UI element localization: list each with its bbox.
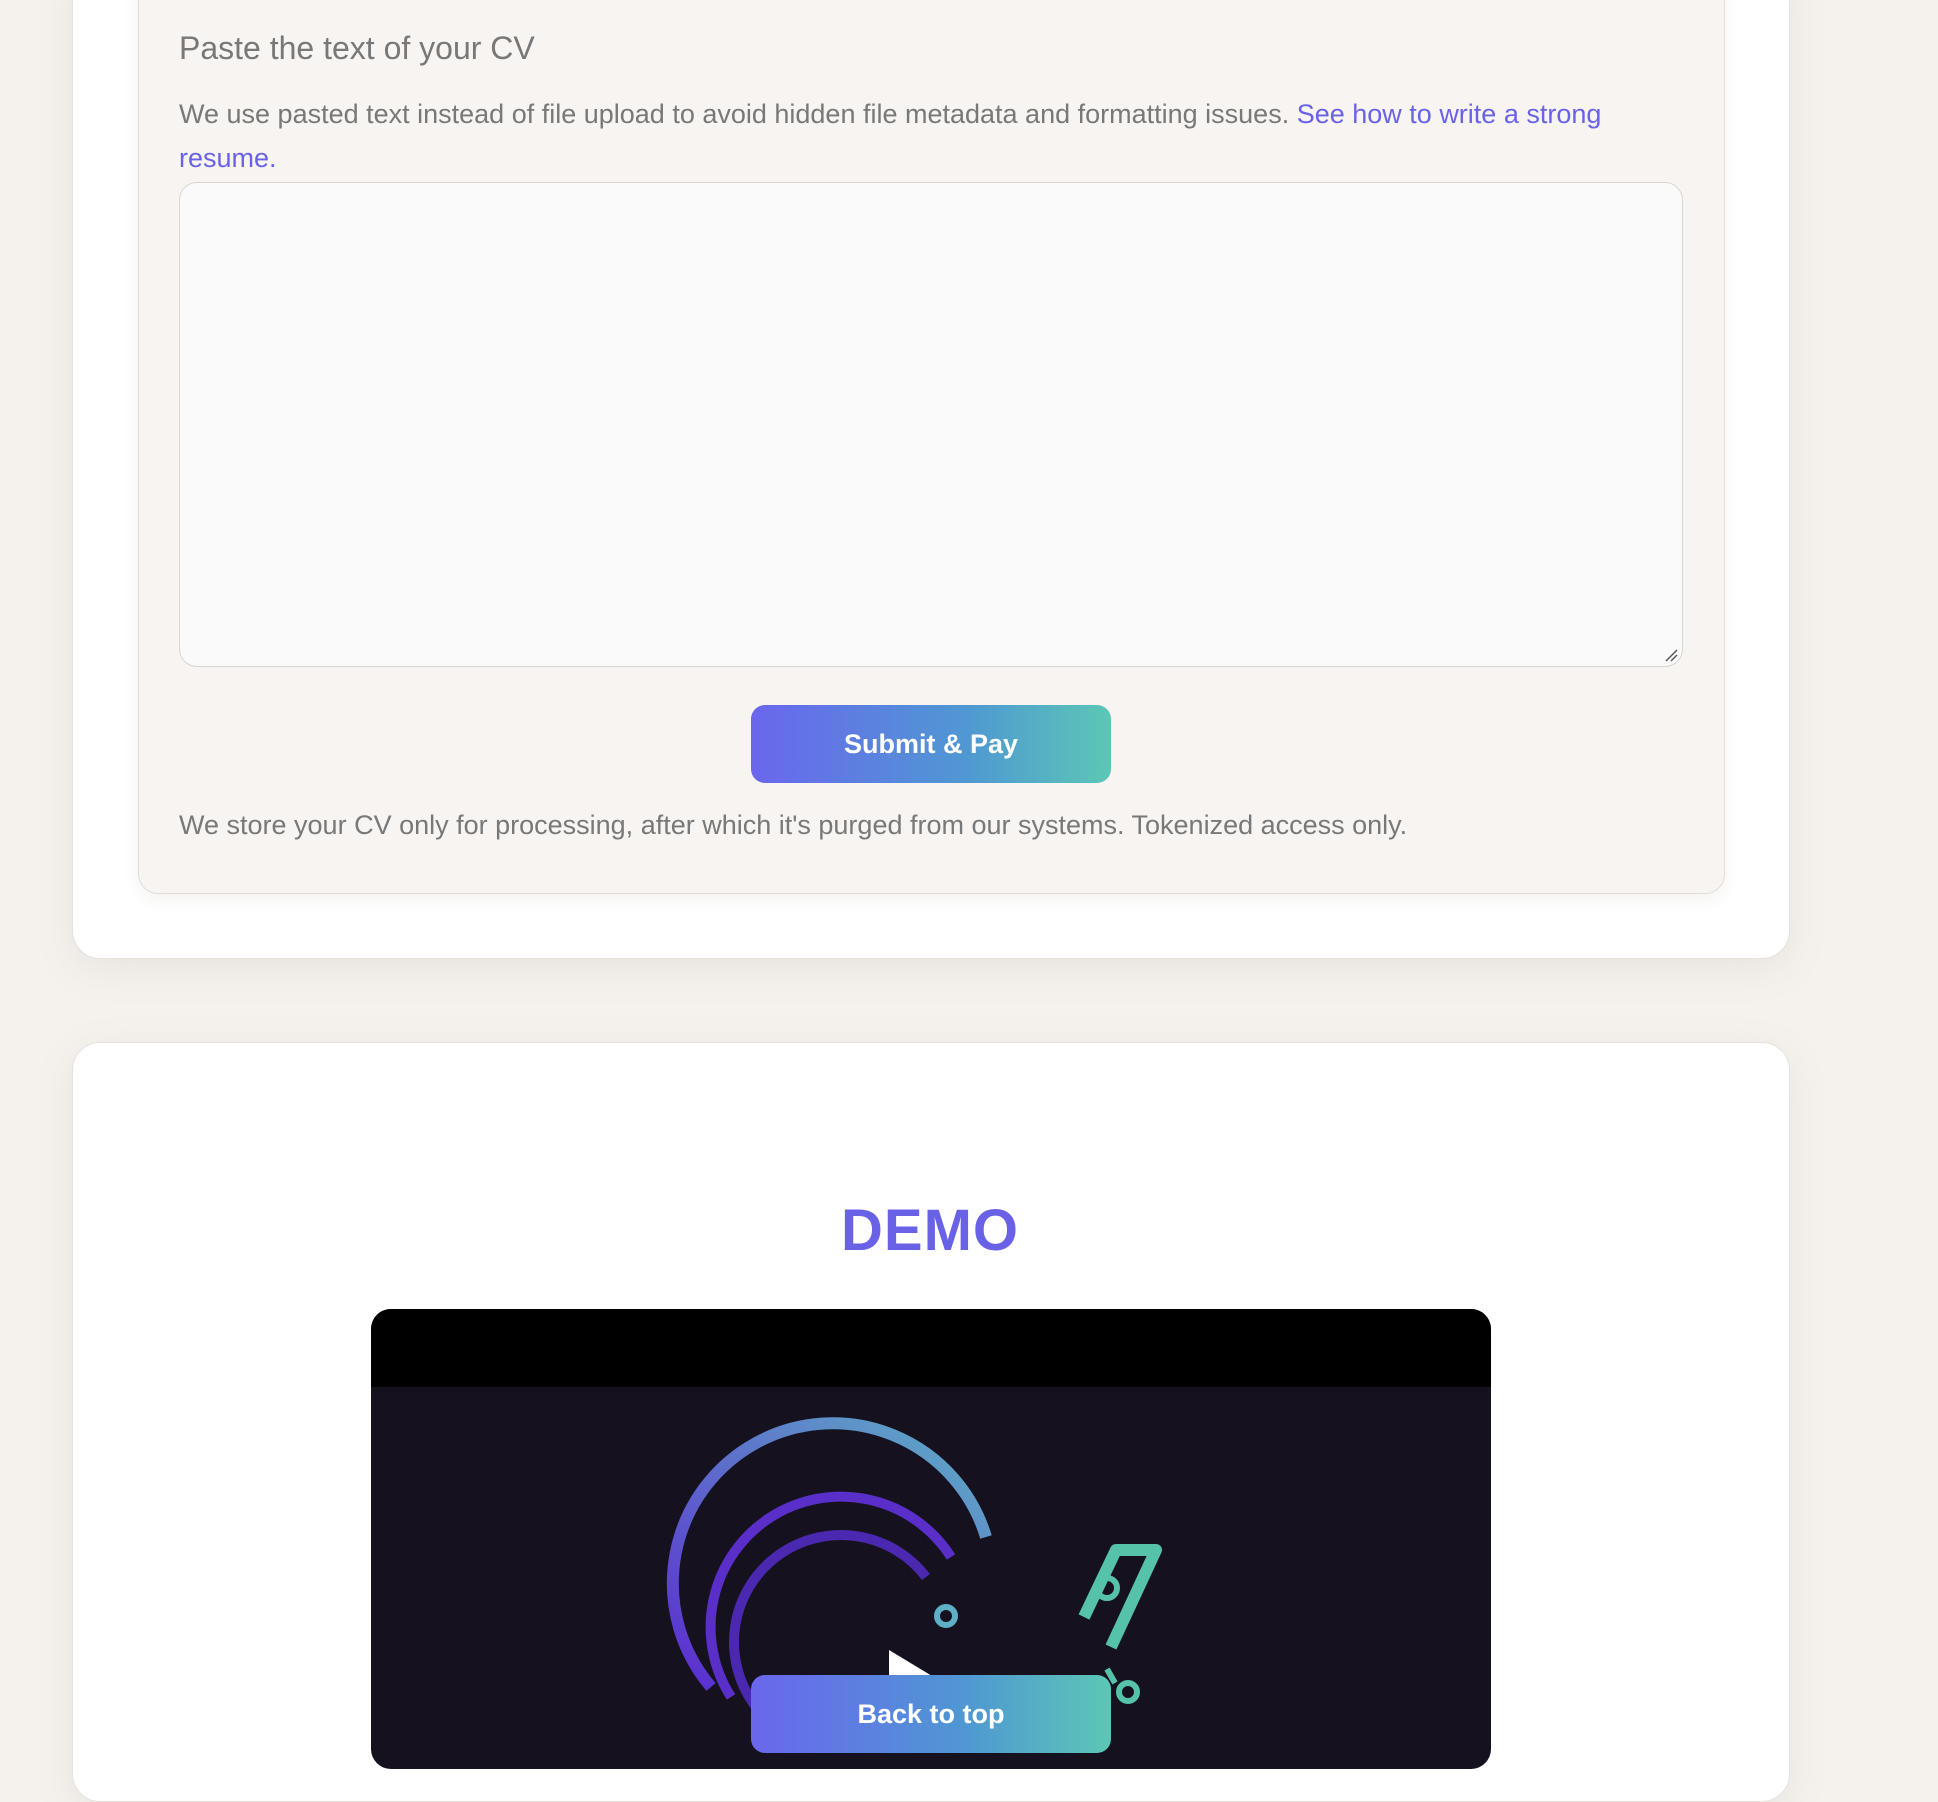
video-top-bar bbox=[371, 1309, 1491, 1387]
cv-note-text: We use pasted text instead of file uploa… bbox=[179, 99, 1290, 129]
demo-title: DEMO bbox=[841, 1198, 1019, 1263]
resize-handle-icon[interactable] bbox=[1664, 648, 1678, 662]
back-to-top-button[interactable]: Back to top bbox=[751, 1675, 1111, 1753]
cv-field-note: We use pasted text instead of file uploa… bbox=[179, 92, 1679, 180]
cv-textarea[interactable] bbox=[179, 182, 1683, 667]
privacy-note: We store your CV only for processing, af… bbox=[179, 810, 1408, 840]
submit-pay-button[interactable]: Submit & Pay bbox=[751, 705, 1111, 783]
cv-field-label: Paste the text of your CV bbox=[179, 30, 535, 66]
